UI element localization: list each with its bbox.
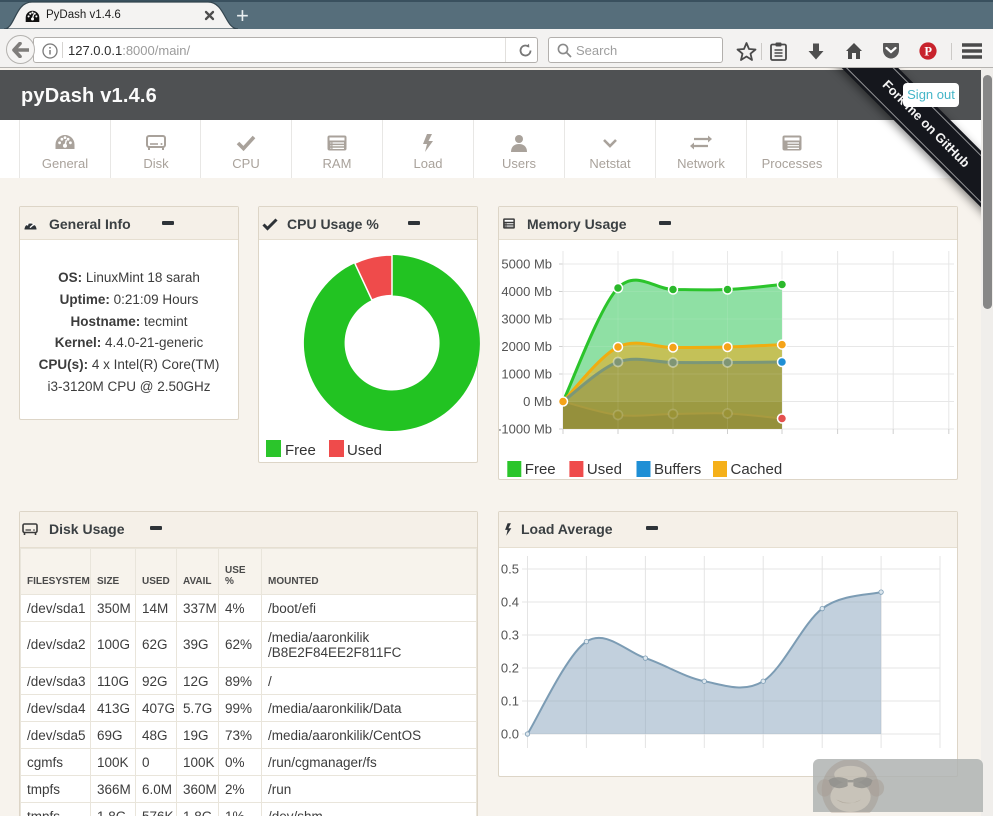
svg-text:2000 Mb: 2000 Mb (501, 339, 552, 354)
svg-text:0.0: 0.0 (501, 727, 519, 742)
svg-text:Buffers: Buffers (654, 461, 701, 478)
svg-text:P: P (924, 44, 932, 58)
svg-text:0.4: 0.4 (501, 595, 519, 610)
svg-text:5000 Mb: 5000 Mb (501, 257, 552, 272)
svg-text:Cached: Cached (731, 461, 783, 478)
svg-text:0.2: 0.2 (501, 661, 519, 676)
svg-text:4000 Mb: 4000 Mb (501, 284, 552, 299)
svg-text:Free: Free (525, 461, 556, 478)
svg-text:0.1: 0.1 (501, 694, 519, 709)
svg-text:0.5: 0.5 (501, 562, 519, 577)
svg-text:Used: Used (587, 461, 622, 478)
svg-text:0 Mb: 0 Mb (523, 394, 552, 409)
svg-text:0.3: 0.3 (501, 628, 519, 643)
svg-text:1000 Mb: 1000 Mb (501, 367, 552, 382)
svg-text:-1000 Mb: -1000 Mb (499, 422, 552, 437)
svg-text:3000 Mb: 3000 Mb (501, 312, 552, 327)
